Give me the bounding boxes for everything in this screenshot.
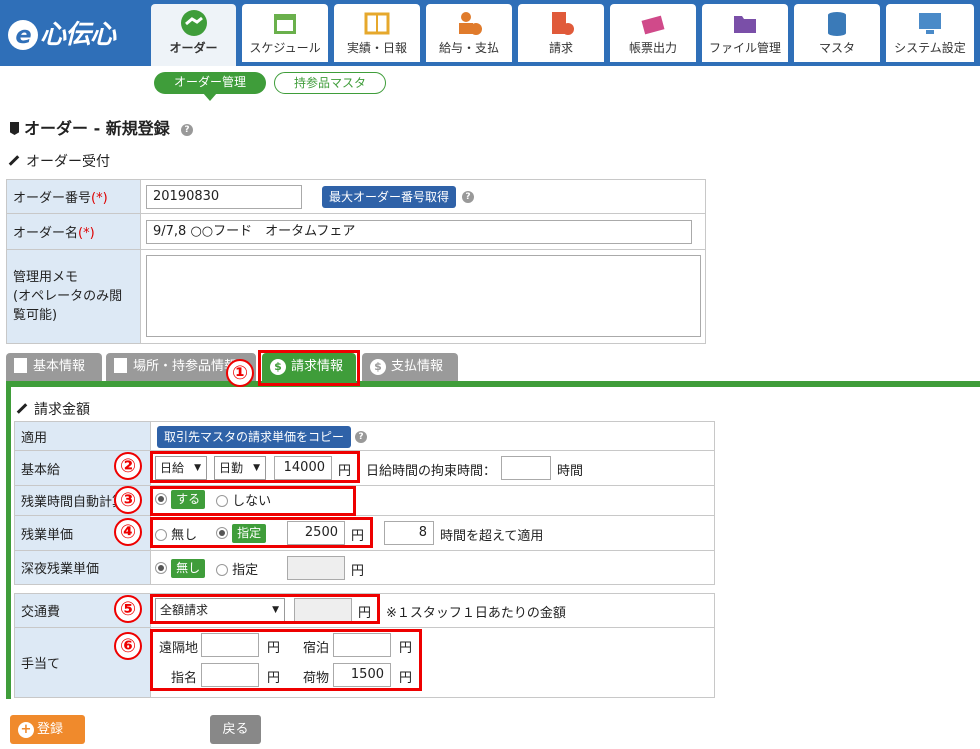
nav-tab-payroll[interactable]: 給与・支払 [426, 4, 512, 62]
register-button[interactable]: + 登録 [10, 715, 85, 744]
max-order-number-button[interactable]: 最大オーダー番号取得 [322, 186, 457, 208]
annotation-box-3 [150, 486, 356, 516]
nav-tab-results[interactable]: 実績・日報 [334, 4, 420, 62]
yen-unit: 円 [351, 564, 365, 579]
billing-section-title: 請求金額 [16, 399, 90, 419]
subnav-order-management[interactable]: オーダー管理 [154, 72, 266, 94]
tab-content-border [6, 381, 980, 387]
back-button[interactable]: 戻る [210, 715, 261, 744]
annotation-box-2 [150, 451, 360, 483]
nav-tab-files[interactable]: ファイル管理 [702, 4, 788, 62]
order-name-label: オーダー名(*) [6, 213, 141, 250]
radio-checked-icon [155, 562, 167, 574]
database-icon [828, 12, 846, 36]
page-title: オーダー - 新規登録 ? [10, 115, 193, 139]
night-none-radio[interactable]: 無し [155, 559, 206, 578]
subnav-caret [203, 93, 217, 101]
overtime-hours-input[interactable]: 8 [384, 521, 434, 545]
annotation-box-6 [150, 629, 422, 691]
dollar-icon: $ [370, 359, 386, 375]
night-amount-input[interactable] [287, 556, 345, 580]
memo-textarea[interactable] [146, 255, 701, 337]
order-number-label: オーダー番号(*) [6, 179, 141, 214]
tab-payment-info[interactable]: $ 支払情報 [362, 353, 458, 381]
calendar-icon [274, 14, 296, 34]
plus-icon: + [18, 722, 34, 738]
edit-doc-icon [114, 358, 127, 373]
callout-2: ② [114, 452, 142, 480]
annotation-box-1 [258, 350, 360, 386]
night-rate-label: 深夜残業単価 [14, 550, 151, 585]
help-icon[interactable]: ? [355, 431, 367, 443]
copy-client-rate-button[interactable]: 取引先マスタの請求単価をコピー [157, 426, 352, 448]
folder-icon [734, 16, 756, 33]
building-coin-icon [552, 12, 574, 35]
nav-tab-system[interactable]: システム設定 [886, 4, 974, 62]
callout-4: ④ [114, 518, 142, 546]
daily-time-label: 日給時間の拘束時間： [366, 464, 497, 479]
book-icon [364, 12, 390, 35]
order-name-input[interactable]: 9/7,8 ○○フード オータムフェア [146, 220, 692, 244]
callout-1: ① [226, 359, 254, 387]
memo-label: 管理用メモ (オペレータのみ閲覧可能) [6, 249, 141, 344]
subnav-carry-items-master[interactable]: 持参品マスタ [274, 72, 386, 94]
callout-3: ③ [114, 486, 142, 514]
annotation-box-4 [150, 517, 373, 548]
tab-content-left-border [6, 381, 11, 699]
edit-doc-icon [14, 358, 27, 373]
nav-tab-master[interactable]: マスタ [794, 4, 880, 62]
monitor-gear-icon [919, 13, 941, 34]
help-icon[interactable]: ? [180, 123, 193, 136]
overtime-hours-suffix: 時間を超えて適用 [440, 529, 544, 544]
nav-tab-schedule[interactable]: スケジュール [242, 4, 328, 62]
apply-label: 適用 [14, 421, 151, 451]
help-icon[interactable]: ? [462, 191, 474, 203]
documents-icon [641, 15, 665, 35]
callout-6: ⑥ [114, 632, 142, 660]
tab-basic-info[interactable]: 基本情報 [6, 353, 102, 381]
callout-5: ⑤ [114, 595, 142, 623]
nav-tab-reports[interactable]: 帳票出力 [610, 4, 696, 62]
transport-note: ※１スタッフ１日あたりの金額 [386, 606, 566, 621]
daily-time-input[interactable] [501, 456, 551, 480]
app-logo[interactable]: e 心伝心 [8, 14, 116, 51]
pencil-icon [8, 155, 20, 166]
hours-unit: 時間 [557, 464, 584, 479]
annotation-box-5 [150, 594, 380, 624]
pencil-icon [16, 403, 28, 414]
order-number-input[interactable]: 20190830 [146, 185, 302, 209]
night-specified-radio[interactable]: 指定 [216, 559, 258, 578]
nav-tab-order[interactable]: オーダー [151, 4, 236, 66]
handshake-icon [180, 10, 207, 36]
nav-tab-billing[interactable]: 請求 [518, 4, 604, 62]
order-section-title: オーダー受付 [8, 151, 110, 171]
bookmark-icon [10, 122, 19, 135]
radio-unchecked-icon [216, 564, 228, 576]
person-coin-icon [459, 12, 482, 35]
